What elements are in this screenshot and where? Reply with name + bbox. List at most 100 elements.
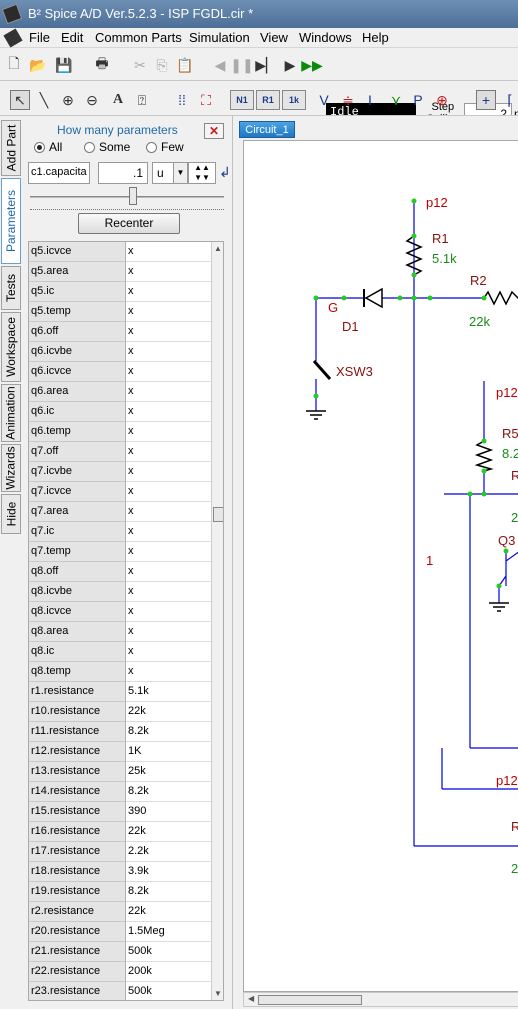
parameter-value-cell[interactable]: x — [126, 582, 211, 602]
parameter-name-cell[interactable]: r17.resistance — [29, 842, 126, 862]
table-row[interactable]: q5.icvce x — [29, 242, 211, 262]
grid-dots-icon[interactable]: ⁞⁞ — [172, 90, 192, 110]
parameter-name-cell[interactable]: q7.icvbe — [29, 462, 126, 482]
parameter-name-cell[interactable]: r2.resistance — [29, 902, 126, 922]
frame-icon[interactable]: ⌈ — [500, 90, 518, 110]
help-cursor-icon[interactable]: ⍰ — [132, 90, 152, 110]
parameter-value-cell[interactable]: x — [126, 562, 211, 582]
table-row[interactable]: r15.resistance 390 — [29, 802, 211, 822]
table-row[interactable]: q6.icvbe x — [29, 342, 211, 362]
show-part-names-button[interactable]: R1 — [256, 90, 280, 110]
probe-voltage-icon[interactable]: V — [314, 90, 334, 110]
table-row[interactable]: q7.temp x — [29, 542, 211, 562]
wire-line-icon[interactable]: ╲ — [34, 90, 54, 110]
table-row[interactable]: q7.ic x — [29, 522, 211, 542]
menu-windows[interactable]: Windows — [299, 30, 352, 45]
parameter-value-cell[interactable]: x — [126, 622, 211, 642]
table-row[interactable]: q5.area x — [29, 262, 211, 282]
filter-some-radio[interactable]: Some — [84, 140, 130, 154]
zoom-out-icon[interactable]: ⊖ — [82, 90, 102, 110]
parameter-name-cell[interactable]: q6.off — [29, 322, 126, 342]
table-row[interactable]: r12.resistance 1K — [29, 742, 211, 762]
parameter-value-cell[interactable]: x — [126, 322, 211, 342]
parameter-value-cell[interactable]: 200k — [126, 962, 211, 982]
menu-help[interactable]: Help — [362, 30, 389, 45]
scroll-down-icon[interactable]: ▼ — [214, 989, 222, 998]
play-icon[interactable]: ▶ — [280, 55, 300, 75]
table-row[interactable]: q7.icvbe x — [29, 462, 211, 482]
cut-icon[interactable]: ✂ — [130, 55, 150, 75]
menu-file[interactable]: File — [29, 30, 50, 45]
parameter-name-cell[interactable]: q7.off — [29, 442, 126, 462]
copy-icon[interactable]: ⎘ — [152, 55, 172, 75]
parameter-name-cell[interactable]: q8.icvbe — [29, 582, 126, 602]
table-row[interactable]: r1.resistance 5.1k — [29, 682, 211, 702]
parameter-value-cell[interactable]: x — [126, 402, 211, 422]
parameter-name-cell[interactable]: q7.area — [29, 502, 126, 522]
table-row[interactable]: q8.ic x — [29, 642, 211, 662]
parameter-value-cell[interactable]: x — [126, 602, 211, 622]
table-row[interactable]: q5.temp x — [29, 302, 211, 322]
table-row[interactable]: r22.resistance 200k — [29, 962, 211, 982]
parameter-name-cell[interactable]: r14.resistance — [29, 782, 126, 802]
parameter-value-cell[interactable]: 1K — [126, 742, 211, 762]
table-row[interactable]: q8.icvbe x — [29, 582, 211, 602]
menu-edit[interactable]: Edit — [61, 30, 83, 45]
table-row[interactable]: r17.resistance 2.2k — [29, 842, 211, 862]
close-panel-button[interactable]: ✕ — [204, 123, 224, 139]
value-spinner[interactable]: ▲▲ ▼▼ — [188, 162, 216, 184]
probe-differential-icon[interactable]: ≑ — [338, 90, 358, 110]
parameter-value-cell[interactable]: x — [126, 382, 211, 402]
parameter-value-cell[interactable]: 25k — [126, 762, 211, 782]
table-row[interactable]: r20.resistance 1.5Meg — [29, 922, 211, 942]
parameter-name-cell[interactable]: r13.resistance — [29, 762, 126, 782]
table-row[interactable]: q7.area x — [29, 502, 211, 522]
save-icon[interactable]: 💾 — [54, 55, 74, 75]
parameter-value-cell[interactable]: 22k — [126, 822, 211, 842]
show-values-button[interactable]: 1k — [282, 90, 306, 110]
parameter-name-cell[interactable]: r1.resistance — [29, 682, 126, 702]
menu-view[interactable]: View — [260, 30, 288, 45]
tab-hide[interactable]: Hide — [1, 494, 21, 534]
parameter-value-field[interactable]: .1 — [98, 162, 148, 184]
parameter-name-cell[interactable]: r23.resistance — [29, 982, 126, 1000]
parameter-name-cell[interactable]: r15.resistance — [29, 802, 126, 822]
step-back-icon[interactable]: ◀ — [210, 55, 230, 75]
parameter-value-cell[interactable]: 5.1k — [126, 682, 211, 702]
table-row[interactable]: r16.resistance 22k — [29, 822, 211, 842]
table-row[interactable]: q8.off x — [29, 562, 211, 582]
probe-current-icon[interactable]: I — [360, 90, 380, 110]
tab-animation[interactable]: Animation — [1, 384, 21, 442]
parameter-value-cell[interactable]: x — [126, 342, 211, 362]
parameter-name-cell[interactable]: r18.resistance — [29, 862, 126, 882]
probe-phase-icon[interactable]: ⊕ — [432, 90, 452, 110]
parameter-value-cell[interactable]: x — [126, 462, 211, 482]
parameter-name-cell[interactable]: r22.resistance — [29, 962, 126, 982]
parameter-slider-thumb[interactable] — [128, 187, 137, 205]
table-row[interactable]: r13.resistance 25k — [29, 762, 211, 782]
grid-scrollbar[interactable]: ▲ ▼ — [211, 242, 223, 1000]
menu-common-parts[interactable]: Common Parts — [95, 30, 182, 45]
table-row[interactable]: r14.resistance 8.2k — [29, 782, 211, 802]
tab-circuit-1[interactable]: Circuit_1 — [239, 121, 295, 138]
print-icon[interactable]: 🖶 — [92, 55, 112, 75]
parameter-value-cell[interactable]: x — [126, 662, 211, 682]
table-row[interactable]: r19.resistance 8.2k — [29, 882, 211, 902]
parameter-value-cell[interactable]: x — [126, 302, 211, 322]
parameter-name-cell[interactable]: r21.resistance — [29, 942, 126, 962]
parameter-name-cell[interactable]: q8.temp — [29, 662, 126, 682]
probe-box-icon[interactable]: ⛶ — [196, 90, 216, 110]
tab-wizards[interactable]: Wizards — [1, 444, 21, 492]
table-row[interactable]: r18.resistance 3.9k — [29, 862, 211, 882]
parameter-name-cell[interactable]: r20.resistance — [29, 922, 126, 942]
scroll-up-icon[interactable]: ▲ — [214, 244, 222, 253]
parameter-value-cell[interactable]: 390 — [126, 802, 211, 822]
table-row[interactable]: q5.ic x — [29, 282, 211, 302]
parameter-name-cell[interactable]: q5.ic — [29, 282, 126, 302]
tab-tests[interactable]: Tests — [1, 266, 21, 310]
enter-icon[interactable]: ↲ — [219, 164, 231, 181]
parameter-value-cell[interactable]: x — [126, 242, 211, 262]
parameter-value-cell[interactable]: x — [126, 642, 211, 662]
parameter-slider-track[interactable] — [30, 196, 224, 198]
parameter-value-cell[interactable]: x — [126, 542, 211, 562]
